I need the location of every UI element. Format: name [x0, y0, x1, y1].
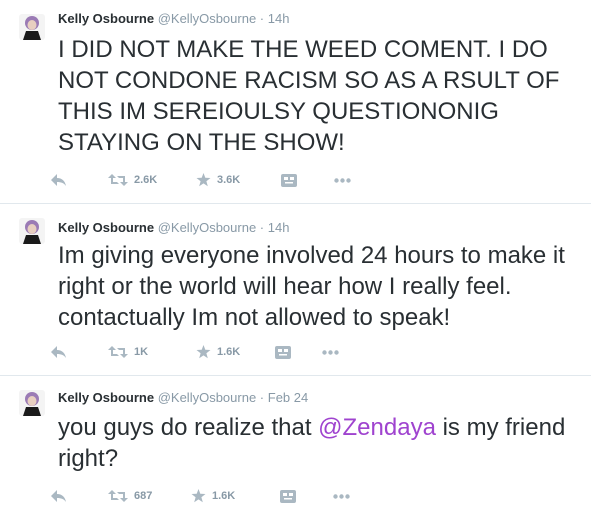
retweet-count: 687 [134, 490, 153, 502]
timeline: Kelly Osbourne @KellyOsbourne · 14h I DI… [0, 0, 591, 520]
more-icon [334, 177, 351, 183]
star-icon [191, 489, 206, 503]
tweet-text-part: you guys do realize that [58, 414, 319, 441]
retweet-icon [108, 173, 128, 187]
separator: · [259, 220, 265, 235]
tweet-header: Kelly Osbourne @KellyOsbourne · 14h [58, 220, 289, 236]
retweet-button[interactable]: 1K [108, 342, 148, 362]
favorite-count: 1.6K [217, 346, 241, 358]
fullname[interactable]: Kelly Osbourne [58, 390, 154, 405]
separator: · [259, 390, 265, 405]
separator: · [259, 11, 265, 26]
card-icon [280, 489, 296, 503]
favorite-button[interactable]: 3.6K [196, 170, 240, 190]
more-button[interactable] [333, 486, 350, 506]
retweet-button[interactable]: 687 [108, 486, 152, 506]
reply-button[interactable] [50, 342, 67, 362]
favorite-count: 1.6K [212, 490, 236, 502]
mention-link[interactable]: @Zendaya [318, 414, 436, 441]
avatar[interactable] [19, 218, 45, 244]
username[interactable]: @KellyOsbourne [158, 390, 256, 405]
tweet-actions: 687 1.6K [50, 486, 380, 506]
avatar[interactable] [19, 14, 45, 40]
tweet-actions: 1K 1.6K [50, 342, 380, 362]
more-button[interactable] [334, 170, 351, 190]
fullname[interactable]: Kelly Osbourne [58, 11, 154, 26]
tweet-header: Kelly Osbourne @KellyOsbourne · 14h [58, 11, 289, 27]
retweet-icon [108, 489, 128, 503]
timestamp[interactable]: 14h [268, 220, 290, 235]
more-icon [322, 349, 339, 355]
tweet[interactable]: Kelly Osbourne @KellyOsbourne · 14h Im g… [0, 204, 591, 376]
tweet-text: Im giving everyone involved 24 hours to … [58, 242, 565, 331]
tweet-header: Kelly Osbourne @KellyOsbourne · Feb 24 [58, 390, 308, 406]
tweet-text: you guys do realize that @Zendaya is my … [58, 412, 579, 474]
tweet[interactable]: Kelly Osbourne @KellyOsbourne · Feb 24 y… [0, 376, 591, 520]
more-icon [333, 493, 350, 499]
star-icon [196, 345, 211, 359]
retweet-count: 2.6K [134, 174, 158, 186]
username[interactable]: @KellyOsbourne [158, 220, 256, 235]
favorite-button[interactable]: 1.6K [196, 342, 240, 362]
reply-button[interactable] [50, 486, 67, 506]
tweet-actions: 2.6K 3.6K [50, 170, 380, 190]
star-icon [196, 173, 211, 187]
favorite-button[interactable]: 1.6K [191, 486, 235, 506]
fullname[interactable]: Kelly Osbourne [58, 220, 154, 235]
avatar[interactable] [19, 390, 45, 416]
retweet-button[interactable]: 2.6K [108, 170, 157, 190]
card-icon [275, 345, 291, 359]
retweet-count: 1K [134, 346, 149, 358]
tweet[interactable]: Kelly Osbourne @KellyOsbourne · 14h I DI… [0, 0, 591, 204]
reply-button[interactable] [50, 170, 67, 190]
reply-icon [50, 345, 67, 359]
card-icon [281, 173, 297, 187]
more-button[interactable] [322, 342, 339, 362]
timestamp[interactable]: 14h [268, 11, 290, 26]
timestamp[interactable]: Feb 24 [268, 390, 308, 405]
summary-button[interactable] [280, 486, 296, 506]
username[interactable]: @KellyOsbourne [158, 11, 256, 26]
reply-icon [50, 489, 67, 503]
tweet-text: I DID NOT MAKE THE WEED COMENT. I DO NOT… [58, 36, 560, 156]
reply-icon [50, 173, 67, 187]
summary-button[interactable] [275, 342, 291, 362]
summary-button[interactable] [281, 170, 297, 190]
retweet-icon [108, 345, 128, 359]
favorite-count: 3.6K [217, 174, 241, 186]
